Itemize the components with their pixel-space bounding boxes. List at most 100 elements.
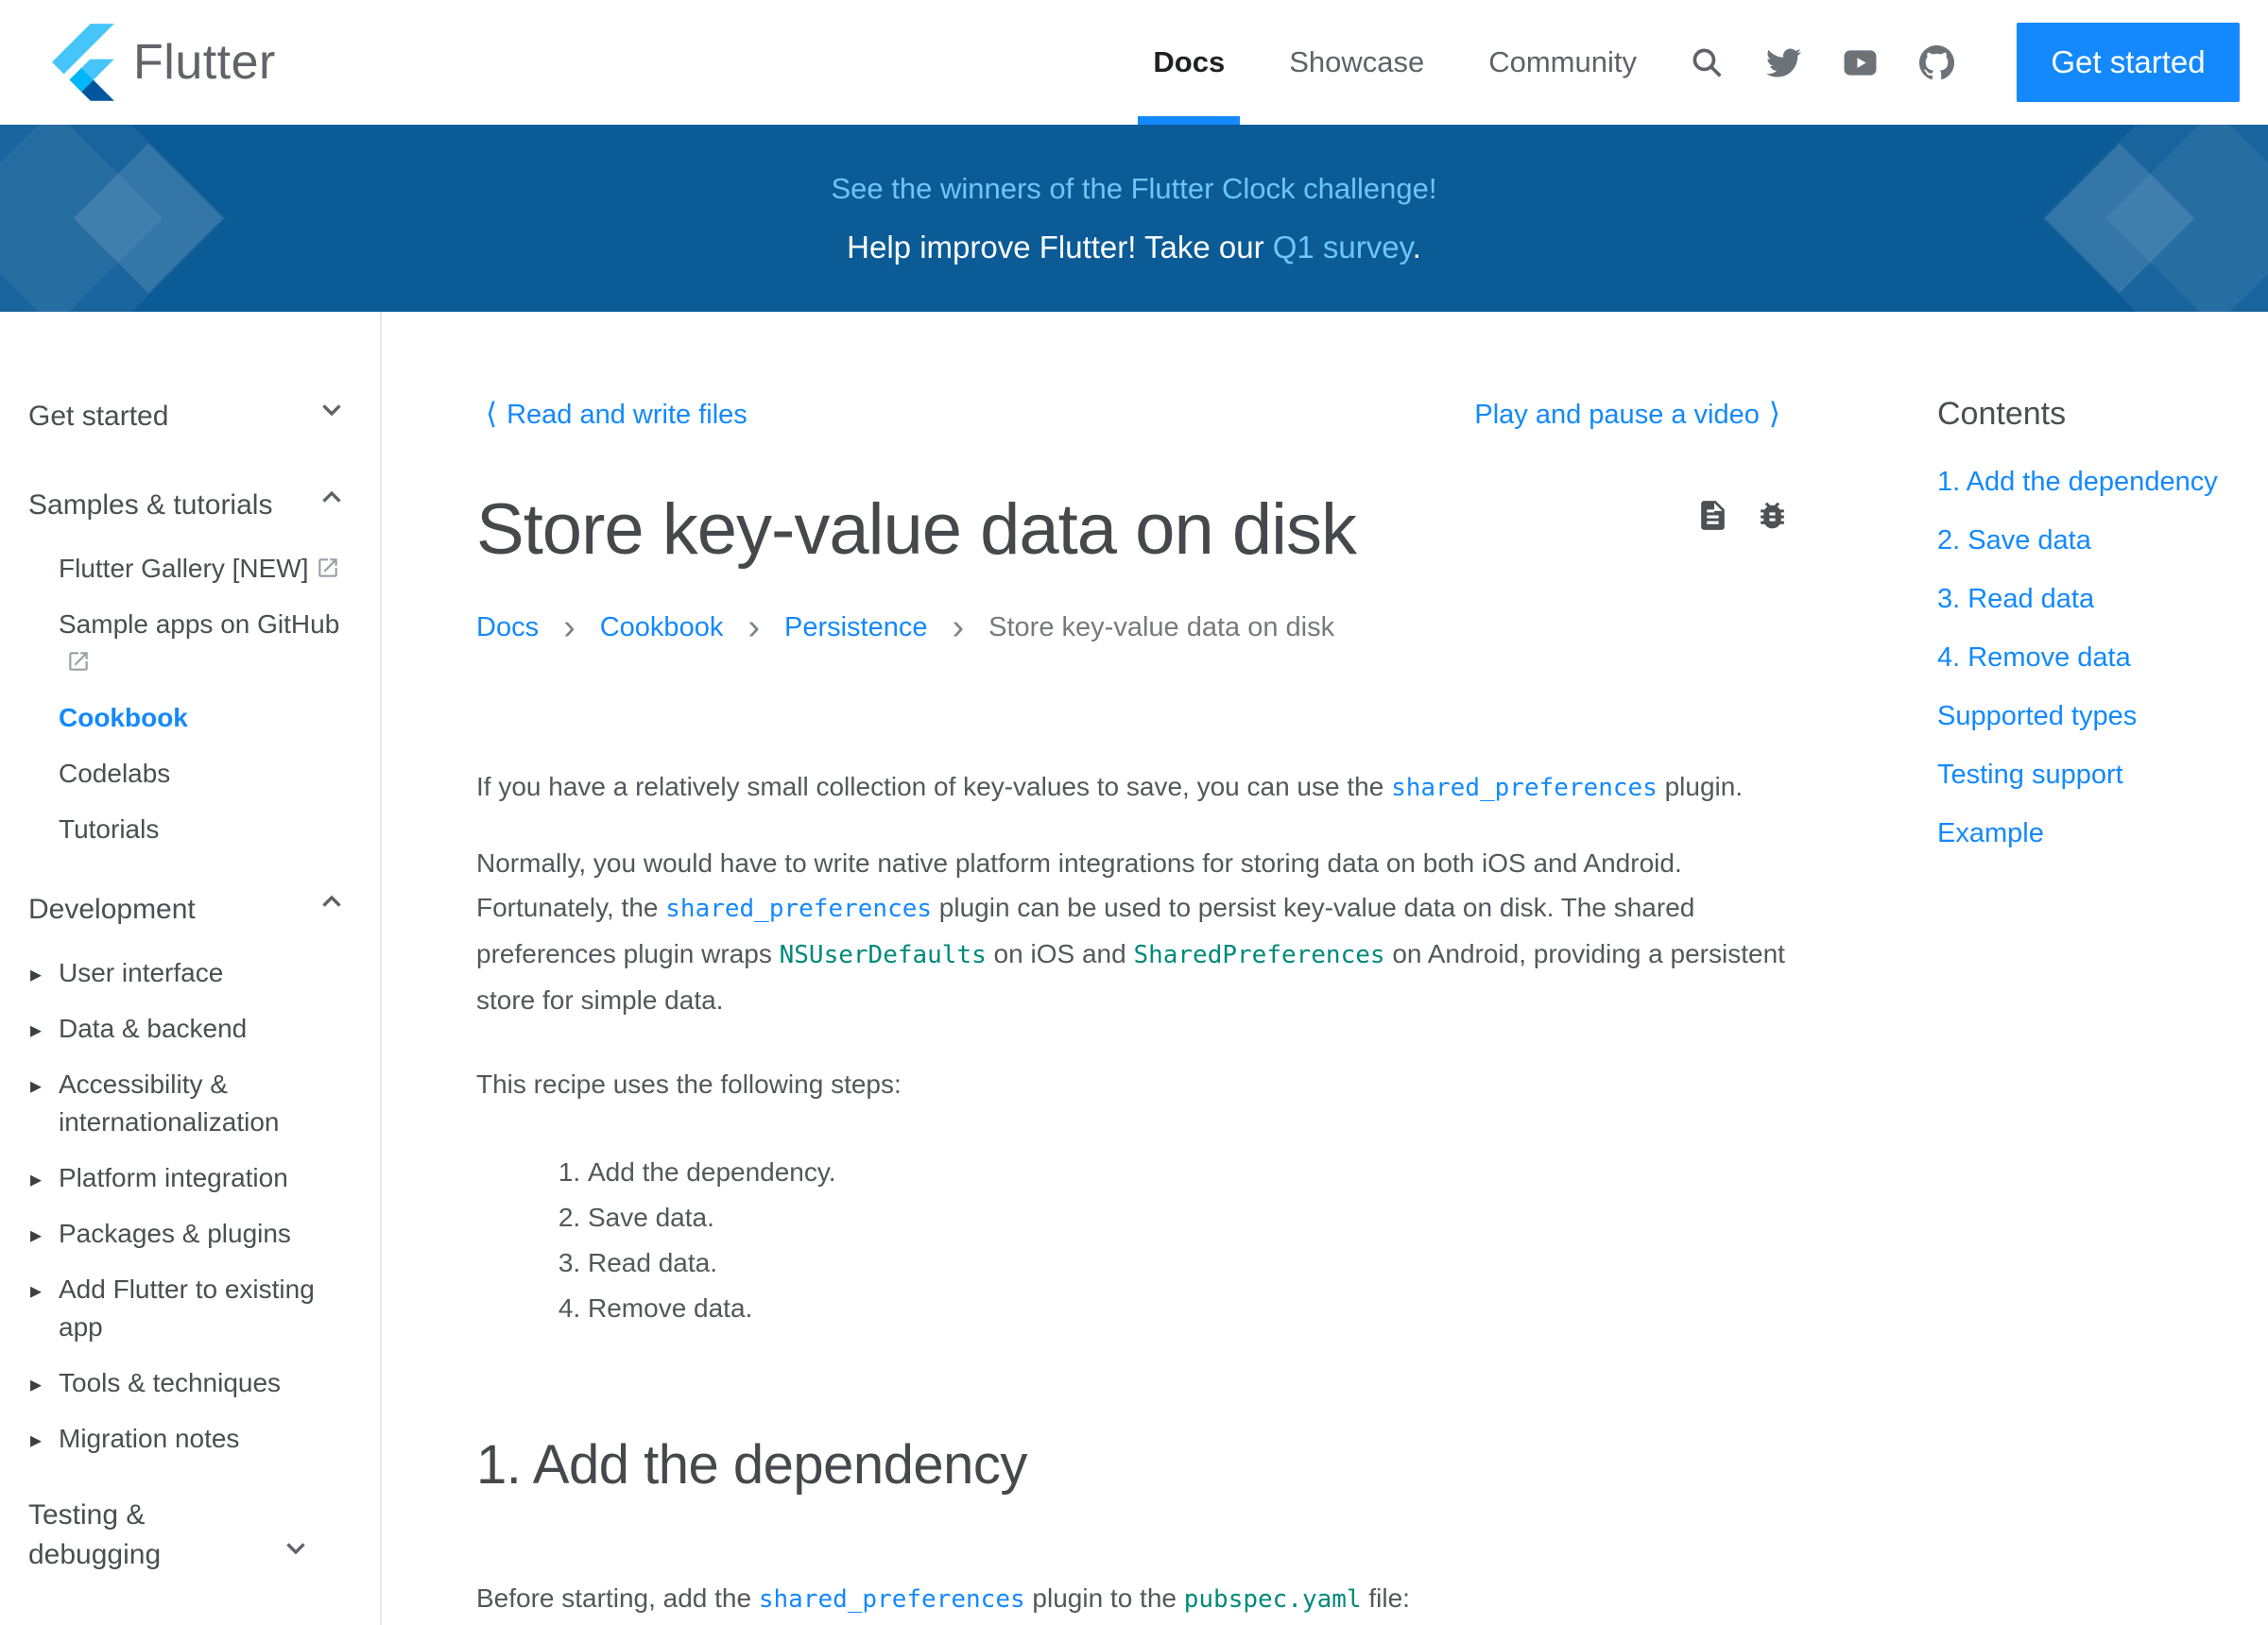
sidebar-item-flutter-gallery[interactable]: Flutter Gallery [NEW]: [59, 550, 348, 588]
prev-page-link[interactable]: ⟨ Read and write files: [476, 393, 747, 436]
sidebar-item-add-flutter-existing-app[interactable]: ▸Add Flutter to existing app: [59, 1271, 348, 1346]
sidebar-item-tools-techniques[interactable]: ▸Tools & techniques: [59, 1364, 348, 1402]
banner-clock-challenge-link[interactable]: See the winners of the Flutter Clock cha…: [0, 172, 2268, 206]
content-area: Get started Samples & tutorials Flutter …: [0, 312, 2268, 1625]
banner-survey-text: Help improve Flutter! Take our: [847, 230, 1273, 265]
page-title: Store key-value data on disk: [476, 488, 1356, 571]
document-icon[interactable]: [1695, 498, 1730, 538]
sidebar-item-label[interactable]: Cookbook: [59, 703, 188, 732]
sidebar-section-get-started[interactable]: Get started: [28, 393, 348, 436]
chevron-up-icon: [316, 886, 348, 930]
sidebar-development-list: ▸User interface ▸Data & backend ▸Accessi…: [59, 954, 348, 1458]
sidebar-item-label[interactable]: Sample apps on GitHub: [59, 609, 339, 639]
github-icon[interactable]: [1919, 45, 1954, 80]
toc-link-supported-types[interactable]: Supported types: [1937, 701, 2137, 731]
chevron-up-icon: [316, 482, 348, 525]
sidebar-item-packages-plugins[interactable]: ▸Packages & plugins: [59, 1215, 348, 1253]
closing-paragraph: Before starting, add the shared_preferen…: [476, 1576, 1790, 1622]
triangle-bullet-icon: ▸: [30, 956, 42, 994]
sidebar-item-label[interactable]: Packages & plugins: [59, 1219, 291, 1248]
steps-list: Add the dependency. Save data. Read data…: [476, 1150, 1790, 1331]
toc-item: 3. Read data: [1937, 586, 2240, 613]
top-header: Flutter Docs Showcase Community Ge: [0, 0, 2268, 125]
toc-link-testing-support[interactable]: Testing support: [1937, 760, 2123, 790]
prev-page-label: Read and write files: [507, 400, 747, 430]
main-nav: Docs Showcase Community Get started: [1121, 0, 2240, 125]
toc-item: Supported types: [1937, 703, 2240, 730]
triangle-bullet-icon: ▸: [30, 1366, 42, 1404]
sidebar-item-platform-integration[interactable]: ▸Platform integration: [59, 1159, 348, 1197]
sidebar-item-label[interactable]: Tools & techniques: [59, 1368, 281, 1397]
sidebar-item-data-backend[interactable]: ▸Data & backend: [59, 1010, 348, 1048]
sidebar-item-user-interface[interactable]: ▸User interface: [59, 954, 348, 992]
sidebar-item-label[interactable]: Accessibility & internationalization: [59, 1069, 280, 1137]
toc-item: Testing support: [1937, 761, 2240, 789]
chevron-down-icon: [280, 1531, 312, 1575]
bug-icon[interactable]: [1755, 498, 1790, 538]
step-item: Save data.: [588, 1195, 1790, 1240]
sidebar-item-label[interactable]: Add Flutter to existing app: [59, 1274, 315, 1342]
banner-survey-period: .: [1413, 230, 1421, 265]
toc-link-remove-data[interactable]: 4. Remove data: [1937, 642, 2131, 673]
toc-link-read-data[interactable]: 3. Read data: [1937, 584, 2094, 614]
sidebar-item-label[interactable]: Data & backend: [59, 1014, 247, 1043]
main-article: ⟨ Read and write files Play and pause a v…: [382, 312, 1928, 1625]
breadcrumb-link-cookbook[interactable]: Cookbook: [600, 612, 724, 643]
youtube-icon[interactable]: [1843, 45, 1878, 80]
step-item: Remove data.: [588, 1286, 1790, 1331]
intro-paragraph: If you have a relatively small collectio…: [476, 764, 1790, 811]
chevron-down-icon: [316, 393, 348, 436]
triangle-bullet-icon: ▸: [30, 1161, 42, 1199]
sidebar-item-accessibility[interactable]: ▸Accessibility & internationalization: [59, 1066, 348, 1141]
banner-survey-link[interactable]: Q1 survey: [1273, 230, 1413, 265]
sidebar-section-testing-debugging[interactable]: Testing & debugging: [28, 1496, 312, 1575]
sidebar-item-sample-apps-github[interactable]: Sample apps on GitHub: [59, 606, 348, 681]
twitter-icon[interactable]: [1766, 45, 1801, 80]
external-link-icon: [59, 647, 91, 676]
search-icon[interactable]: [1690, 45, 1725, 80]
sidebar-section-samples-tutorials[interactable]: Samples & tutorials: [28, 482, 348, 525]
triangle-bullet-icon: ▸: [30, 1422, 42, 1460]
sidebar-section-label: Testing & debugging: [28, 1496, 236, 1575]
toc-item: 4. Remove data: [1937, 644, 2240, 672]
next-page-label: Play and pause a video: [1474, 400, 1760, 430]
nav-item-docs[interactable]: Docs: [1153, 0, 1225, 125]
sidebar-item-migration-notes[interactable]: ▸Migration notes: [59, 1420, 348, 1458]
left-sidebar: Get started Samples & tutorials Flutter …: [0, 312, 382, 1625]
sidebar-item-tutorials[interactable]: Tutorials: [59, 811, 348, 848]
next-page-link[interactable]: Play and pause a video ⟩: [1474, 393, 1790, 436]
sidebar-item-label[interactable]: Tutorials: [59, 814, 159, 844]
sidebar-section-development[interactable]: Development: [28, 886, 348, 930]
toc-item: Example: [1937, 820, 2240, 847]
step-item: Read data.: [588, 1240, 1790, 1286]
triangle-bullet-icon: ▸: [30, 1273, 42, 1310]
nav-item-community[interactable]: Community: [1488, 0, 1637, 125]
next-chevron-icon: ⟩: [1769, 397, 1780, 430]
breadcrumb-separator: ›: [747, 614, 760, 641]
sidebar-item-label[interactable]: Flutter Gallery [NEW]: [59, 554, 308, 583]
flutter-brand[interactable]: Flutter: [52, 24, 276, 101]
explanation-paragraph: Normally, you would have to write native…: [476, 841, 1790, 1022]
brand-wordmark: Flutter: [133, 34, 276, 91]
toc-link-save-data[interactable]: 2. Save data: [1937, 525, 2091, 556]
toc-item: 1. Add the dependency: [1937, 469, 2240, 496]
get-started-button[interactable]: Get started: [2017, 23, 2240, 102]
sidebar-item-label[interactable]: Codelabs: [59, 759, 170, 788]
breadcrumb-link-docs[interactable]: Docs: [476, 612, 539, 643]
sidebar-item-cookbook[interactable]: Cookbook: [59, 699, 348, 737]
breadcrumb-separator: ›: [953, 614, 965, 641]
sidebar-item-label[interactable]: User interface: [59, 958, 223, 987]
sidebar-item-codelabs[interactable]: Codelabs: [59, 755, 348, 793]
article-body: If you have a relatively small collectio…: [476, 764, 1790, 1622]
sidebar-samples-list: Flutter Gallery [NEW] Sample apps on Git…: [59, 550, 348, 848]
toc-link-example[interactable]: Example: [1937, 818, 2044, 848]
sidebar-section-label: Development: [28, 890, 196, 930]
flutter-logo-icon: [52, 24, 114, 101]
nav-item-showcase[interactable]: Showcase: [1289, 0, 1424, 125]
step-item: Add the dependency.: [588, 1150, 1790, 1195]
sidebar-item-label[interactable]: Migration notes: [59, 1424, 239, 1453]
toc-link-add-dependency[interactable]: 1. Add the dependency: [1937, 467, 2218, 497]
sidebar-item-label[interactable]: Platform integration: [59, 1163, 288, 1192]
prev-chevron-icon: ⟨: [486, 397, 497, 430]
breadcrumb-link-persistence[interactable]: Persistence: [784, 612, 928, 643]
